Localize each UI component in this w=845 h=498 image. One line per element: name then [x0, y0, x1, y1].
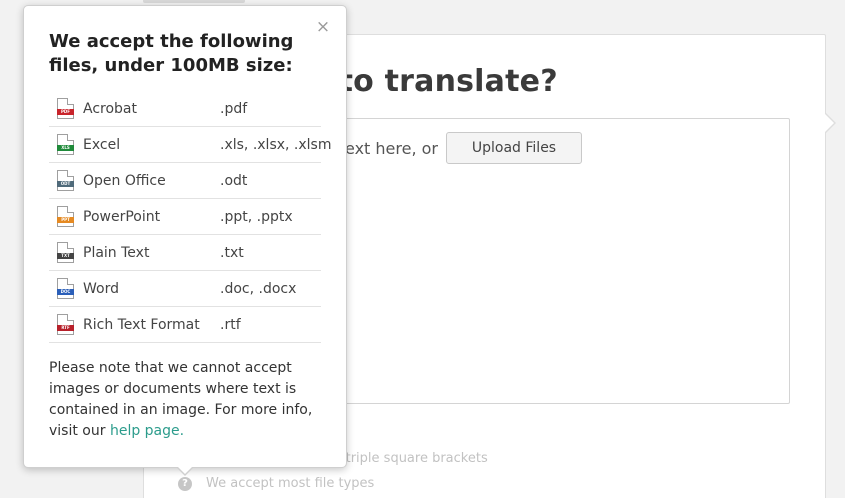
excel-file-icon: XLS: [57, 134, 74, 155]
file-row-powerpoint: PPT PowerPoint .ppt, .pptx: [49, 199, 321, 235]
file-tag: XLS: [57, 145, 74, 151]
file-name: Plain Text: [83, 245, 150, 261]
file-name: PowerPoint: [83, 209, 161, 225]
file-tag: TXT: [57, 253, 74, 259]
hint-file-types[interactable]: We accept most file types: [206, 476, 506, 491]
file-extensions: .pdf: [220, 101, 248, 117]
file-extensions: .txt: [220, 245, 244, 261]
file-extensions: .odt: [220, 173, 248, 189]
upload-files-button[interactable]: Upload Files: [446, 132, 582, 164]
file-row-excel: XLS Excel .xls, .xlsx, .xlsm: [49, 127, 331, 163]
file-name: Rich Text Format: [83, 317, 200, 333]
word-file-icon: DOC: [57, 278, 74, 299]
file-extensions: .rtf: [220, 317, 241, 333]
rtf-file-icon: RTF: [57, 314, 74, 335]
popover-note: Please note that we cannot accept images…: [49, 358, 317, 442]
file-row-open-office: ODT Open Office .odt: [49, 163, 321, 199]
file-name: Excel: [83, 137, 121, 153]
file-extensions: .doc, .docx: [220, 281, 297, 297]
file-row-word: DOC Word .doc, .docx: [49, 271, 321, 307]
file-extensions: .ppt, .pptx: [220, 209, 293, 225]
file-row-acrobat: PDF Acrobat .pdf: [49, 91, 321, 127]
file-tag: RTF: [57, 325, 74, 331]
top-tab-indicator: [143, 0, 245, 3]
card-arrow-inner: [824, 113, 834, 133]
help-page-link[interactable]: help page.: [110, 423, 184, 439]
file-extensions: .xls, .xlsx, .xlsm: [220, 137, 332, 153]
file-tag: DOC: [57, 289, 74, 295]
file-row-rich-text: RTF Rich Text Format .rtf: [49, 307, 321, 343]
file-type-list: PDF Acrobat .pdf XLS Excel .xls, .xlsx, …: [49, 91, 331, 343]
file-name: Open Office: [83, 173, 166, 189]
help-icon[interactable]: ?: [178, 477, 192, 491]
odt-file-icon: ODT: [57, 170, 74, 191]
powerpoint-file-icon: PPT: [57, 206, 74, 227]
popover-arrow-inner: [177, 466, 193, 474]
popover-title: We accept the following files, under 100…: [49, 31, 294, 76]
file-tag: PDF: [57, 109, 74, 115]
file-name: Acrobat: [83, 101, 137, 117]
file-row-plain-text: TXT Plain Text .txt: [49, 235, 321, 271]
file-tag: ODT: [57, 181, 74, 187]
file-tag: PPT: [57, 217, 74, 223]
text-file-icon: TXT: [57, 242, 74, 263]
pdf-file-icon: PDF: [57, 98, 74, 119]
file-name: Word: [83, 281, 119, 297]
